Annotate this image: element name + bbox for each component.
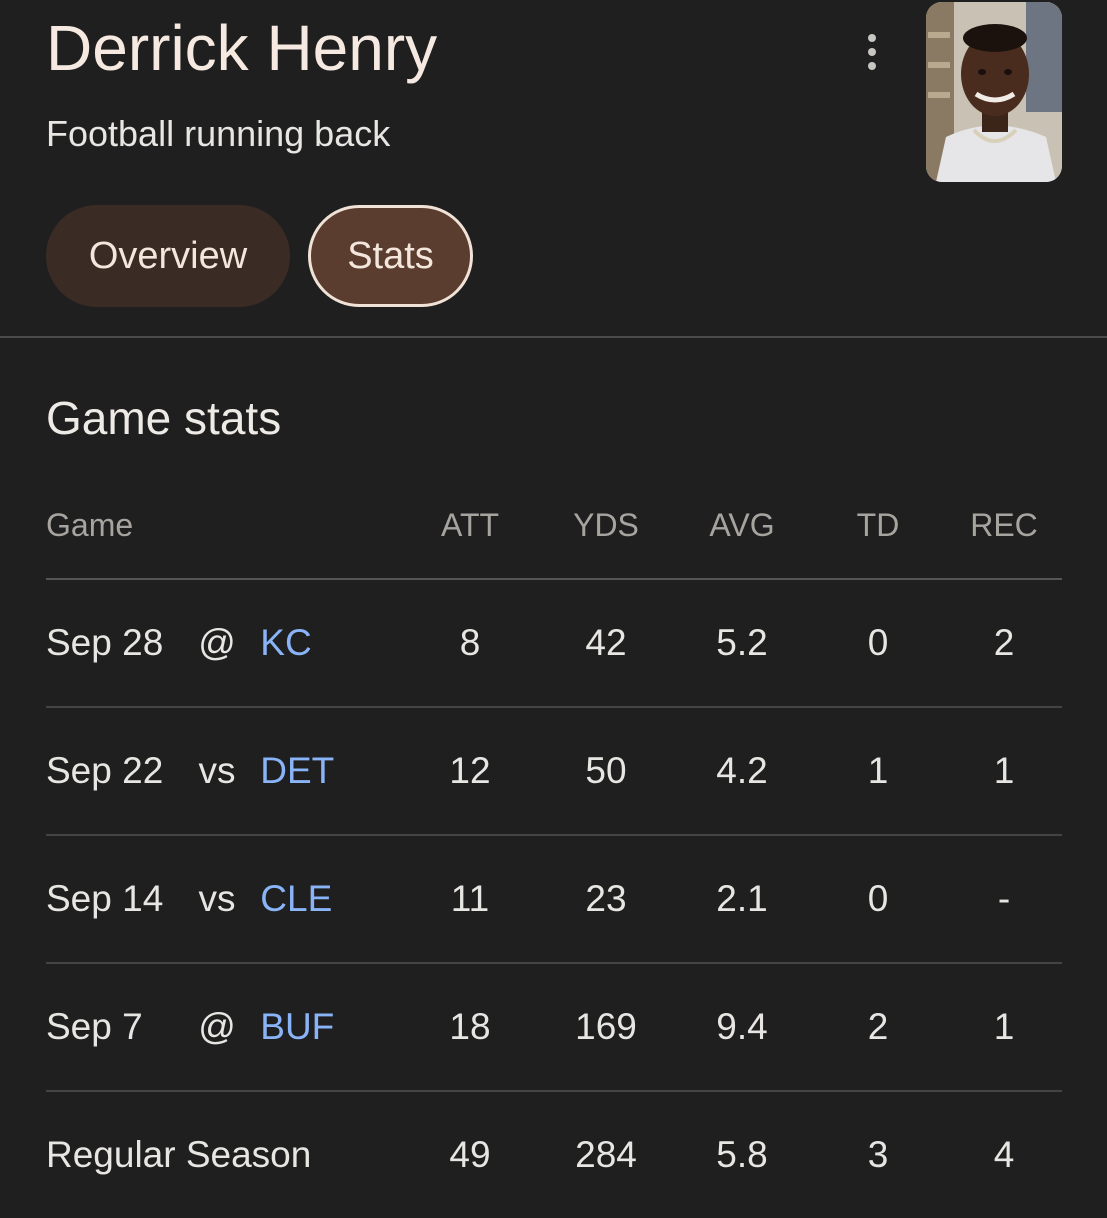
td-cell: 3 <box>867 1134 889 1175</box>
section-title: Game stats <box>46 392 282 444</box>
td-cell: 1 <box>810 707 946 836</box>
yds-cell: 23 <box>538 835 674 964</box>
td-cell: 2 <box>810 963 946 1092</box>
game-date: Sep 14 <box>46 878 164 919</box>
tab-overview[interactable]: Overview <box>46 205 290 307</box>
game-venue: @ <box>198 622 236 663</box>
rec-cell: 2 <box>946 579 1062 708</box>
season-total-label: Regular Season <box>46 1134 312 1175</box>
yds-cell: 284 <box>575 1134 637 1175</box>
avg-cell: 5.2 <box>674 579 810 708</box>
tab-bar: Overview Stats <box>46 205 473 307</box>
tab-stats[interactable]: Stats <box>308 205 473 307</box>
more-options-icon[interactable] <box>852 30 892 74</box>
table-row[interactable]: Sep 7 @ BUF 18 169 9.4 2 1 <box>46 963 1062 1092</box>
column-header-game: Game <box>46 472 402 580</box>
att-cell: 12 <box>402 707 538 836</box>
game-cell: Sep 14 vs CLE <box>46 835 402 964</box>
column-header-td: TD <box>810 472 946 580</box>
td-cell: 0 <box>810 835 946 964</box>
opponent-link[interactable]: CLE <box>260 878 332 919</box>
dot <box>868 62 876 70</box>
game-venue: vs <box>198 750 236 791</box>
opponent-link[interactable]: DET <box>260 750 334 791</box>
header: Derrick Henry Football running back Over… <box>0 0 1107 337</box>
rec-cell: 1 <box>946 963 1062 1092</box>
opponent-link[interactable]: KC <box>260 622 311 663</box>
yds-cell: 42 <box>538 579 674 708</box>
yds-cell: 169 <box>538 963 674 1092</box>
opponent-link[interactable]: BUF <box>260 1006 334 1047</box>
dot <box>868 34 876 42</box>
game-venue: @ <box>198 1006 236 1047</box>
page-subtitle: Football running back <box>46 113 391 154</box>
avg-cell: 5.8 <box>716 1134 768 1175</box>
att-cell: 18 <box>402 963 538 1092</box>
game-date: Sep 28 <box>46 622 164 663</box>
rec-cell: - <box>946 835 1062 964</box>
column-header-yds: YDS <box>538 472 674 580</box>
game-venue: vs <box>198 878 236 919</box>
column-header-att: ATT <box>402 472 538 580</box>
avg-cell: 9.4 <box>674 963 810 1092</box>
header-divider <box>0 336 1107 338</box>
column-header-rec: REC <box>946 472 1062 580</box>
table-row[interactable]: Sep 14 vs CLE 11 23 2.1 0 - <box>46 835 1062 964</box>
avg-cell: 4.2 <box>674 707 810 836</box>
att-cell: 49 <box>449 1134 491 1175</box>
game-cell: Sep 22 vs DET <box>46 707 402 836</box>
td-cell: 0 <box>810 579 946 708</box>
game-stats-table: Game ATT YDS AVG TD REC Sep 28 @ KC 8 42 … <box>46 472 1062 1218</box>
dot <box>868 48 876 56</box>
table-row[interactable]: Sep 22 vs DET 12 50 4.2 1 1 <box>46 707 1062 836</box>
game-cell: Sep 7 @ BUF <box>46 963 402 1092</box>
table-header-row: Game ATT YDS AVG TD REC <box>46 472 1062 580</box>
game-cell: Sep 28 @ KC <box>46 579 402 708</box>
player-photo[interactable] <box>926 2 1062 182</box>
column-header-avg: AVG <box>674 472 810 580</box>
att-cell: 8 <box>402 579 538 708</box>
page-title: Derrick Henry <box>46 12 438 84</box>
table-row[interactable]: Sep 28 @ KC 8 42 5.2 0 2 <box>46 579 1062 708</box>
game-date: Sep 7 <box>46 1006 143 1047</box>
season-total-row: Regular Season 49 284 5.8 3 4 <box>46 1091 1062 1218</box>
rec-cell: 1 <box>946 707 1062 836</box>
player-photo-image <box>926 2 1062 182</box>
att-cell: 11 <box>402 835 538 964</box>
avg-cell: 2.1 <box>674 835 810 964</box>
yds-cell: 50 <box>538 707 674 836</box>
rec-cell: 4 <box>993 1134 1015 1175</box>
game-date: Sep 22 <box>46 750 164 791</box>
